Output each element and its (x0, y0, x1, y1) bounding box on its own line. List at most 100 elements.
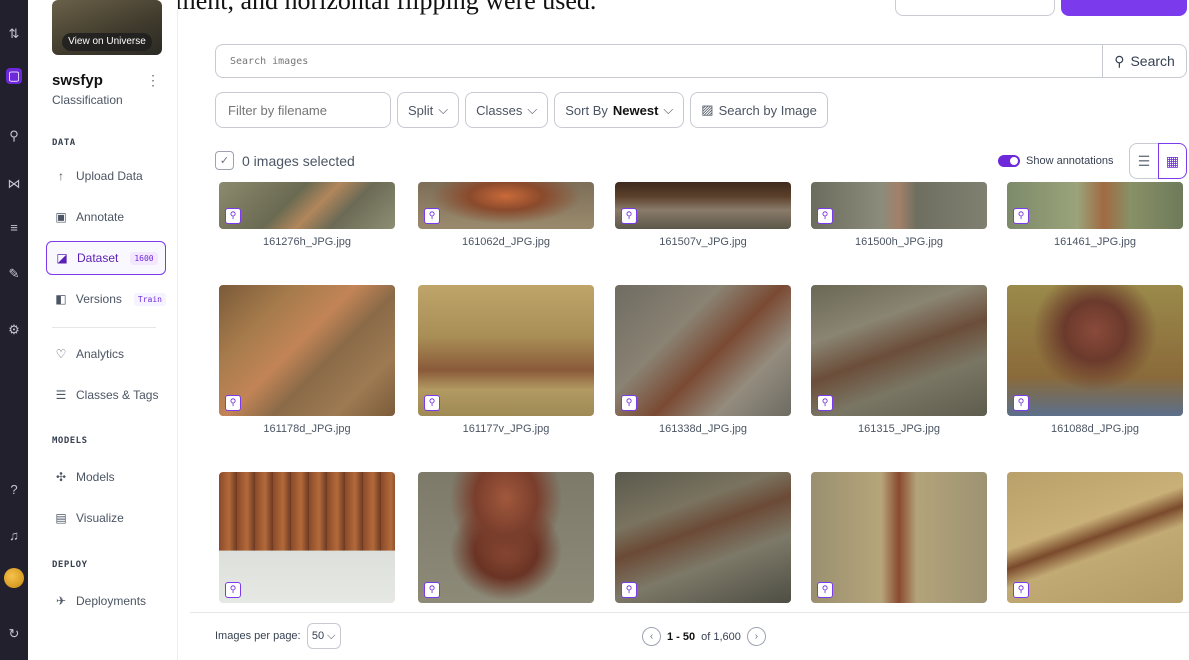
sidebar-item-analytics[interactable]: ♡ Analytics (46, 337, 166, 371)
search-button[interactable]: ⚲ Search (1102, 45, 1186, 77)
image-card[interactable]: ⚲ 161062d_JPG.jpg (418, 182, 594, 248)
collapse-icon[interactable]: ⇅ (6, 26, 22, 42)
show-annotations-control[interactable]: Show annotations (998, 155, 1113, 167)
image-filename: 161461_JPG.jpg (1054, 236, 1136, 248)
sidebar-item-versions[interactable]: ◧ Versions Train (46, 282, 166, 316)
sidebar-divider (52, 327, 156, 328)
image-card[interactable]: ⚲ 161507v_JPG.jpg (615, 182, 791, 248)
image-thumbnail[interactable]: ⚲ (811, 182, 987, 229)
sort-dropdown[interactable]: Sort By Newest ⌵ (554, 92, 685, 128)
top-primary-button[interactable] (1061, 0, 1187, 16)
view-on-universe-button[interactable]: View on Universe (62, 33, 152, 51)
universe-icon[interactable]: ⚲ (6, 128, 22, 144)
annotations-label: Show annotations (1026, 155, 1114, 167)
user-avatar[interactable] (4, 568, 24, 588)
image-thumbnail[interactable]: ⚲ (219, 285, 395, 416)
sort-value: Newest (612, 102, 659, 118)
chevron-down-icon: ⌵ (527, 102, 538, 117)
image-card[interactable]: ⚲ 161461_JPG.jpg (1007, 182, 1183, 248)
project-sidebar: View on Universe swsfyp ⋮ Classification… (28, 0, 178, 660)
help-icon[interactable]: ? (6, 482, 22, 498)
search-input[interactable] (216, 45, 1104, 77)
project-menu-icon[interactable]: ⋮ (146, 72, 160, 89)
image-card[interactable]: ⚲ 161177v_JPG.jpg (418, 285, 594, 435)
sidebar-item-label: Visualize (76, 511, 124, 525)
pager: ‹ 1 - 50 of 1,600 › (642, 627, 766, 646)
sidebar-item-upload-data[interactable]: ↑ Upload Data (46, 159, 166, 193)
per-page-value: 50 (311, 630, 325, 642)
image-card[interactable]: ⚲ 161276h_JPG.jpg (219, 182, 395, 248)
image-thumbnail[interactable]: ⚲ (219, 472, 395, 603)
image-card[interactable]: ⚲ (615, 472, 791, 610)
per-page-select[interactable]: 50 ⌵ (306, 623, 341, 649)
image-card[interactable]: ⚲ 161500h_JPG.jpg (811, 182, 987, 248)
image-thumbnail[interactable]: ⚲ (1007, 472, 1183, 603)
workflows-icon[interactable]: ⋈ (6, 176, 22, 192)
sidebar-item-visualize[interactable]: ▤ Visualize (46, 501, 166, 535)
sidebar-item-models[interactable]: ✣ Models (46, 460, 166, 494)
previous-page-icon[interactable]: ‹ (642, 627, 661, 646)
collapse-rail-icon[interactable]: ↻ (6, 626, 22, 642)
image-thumbnail[interactable]: ⚲ (418, 285, 594, 416)
image-card[interactable]: ⚲ 161178d_JPG.jpg (219, 285, 395, 435)
search-by-image-button[interactable]: ▨ Search by Image (690, 92, 828, 128)
sidebar-item-classes-tags[interactable]: ☰ Classes & Tags (46, 378, 166, 412)
dataset-count-badge: 1600 (130, 251, 158, 265)
annotation-badge-icon: ⚲ (424, 208, 440, 224)
image-filename: 161177v_JPG.jpg (462, 423, 550, 435)
image-filename: 161088d_JPG.jpg (1050, 423, 1140, 435)
project-thumbnail: View on Universe (52, 0, 162, 55)
image-thumbnail[interactable]: ⚲ (615, 182, 791, 229)
image-card[interactable]: ⚲ 161338d_JPG.jpg (615, 285, 791, 435)
projects-icon[interactable]: ▢ (6, 68, 22, 84)
sidebar-item-label: Dataset (77, 251, 119, 265)
sidebar-item-deployments[interactable]: ✈ Deployments (46, 584, 166, 618)
list-view-icon[interactable]: ☰ (1129, 143, 1158, 179)
image-card[interactable]: ⚲ (811, 472, 987, 610)
split-dropdown[interactable]: Split ⌵ (397, 92, 460, 128)
annotation-badge-icon: ⚲ (225, 582, 241, 598)
image-thumbnail[interactable]: ⚲ (418, 182, 594, 229)
section-data: DATA (52, 138, 76, 148)
sidebar-item-label: Deployments (76, 594, 147, 608)
project-type: Classification (52, 93, 123, 107)
page-range: 1 - 50 (667, 630, 696, 643)
image-thumbnail[interactable]: ⚲ (811, 285, 987, 416)
annotation-badge-icon: ⚲ (1013, 208, 1029, 224)
chevron-down-icon: ⌵ (438, 102, 449, 117)
image-filename: 161315_JPG.jpg (858, 423, 940, 435)
image-card[interactable]: ⚲ 161315_JPG.jpg (811, 285, 987, 435)
sidebar-item-label: Versions (75, 292, 122, 306)
image-card[interactable]: ⚲ (219, 472, 395, 610)
next-page-icon[interactable]: › (746, 627, 766, 646)
image-card[interactable]: ⚲ (418, 472, 594, 610)
notebooks-icon[interactable]: ≡ (6, 220, 22, 236)
view-mode-group: ☰ ▦ (1129, 143, 1187, 179)
image-thumbnail[interactable]: ⚲ (1007, 285, 1183, 416)
image-thumbnail[interactable]: ⚲ (615, 472, 791, 603)
sidebar-item-annotate[interactable]: ▣ Annotate (46, 200, 166, 234)
image-card[interactable]: ⚲ 161088d_JPG.jpg (1007, 285, 1183, 435)
settings-icon[interactable]: ⚙ (6, 322, 22, 338)
annotation-badge-icon: ⚲ (1013, 582, 1029, 598)
sidebar-item-dataset[interactable]: ◪ Dataset 1600 (46, 241, 166, 275)
select-all-checkbox[interactable]: ✓ (215, 151, 234, 170)
image-thumbnail[interactable]: ⚲ (811, 472, 987, 603)
image-grid: ⚲ 161276h_JPG.jpg ⚲ 161062d_JPG.jpg ⚲ 16… (215, 182, 1187, 610)
image-card[interactable]: ⚲ (1007, 472, 1183, 610)
notifications-icon[interactable]: ♫ (6, 528, 22, 544)
top-outline-button[interactable] (895, 0, 1055, 16)
annotation-badge-icon: ⚲ (621, 395, 637, 411)
image-thumbnail[interactable]: ⚲ (219, 182, 395, 229)
grid-view-icon[interactable]: ▦ (1158, 143, 1187, 179)
labeling-icon[interactable]: ✎ (6, 266, 22, 282)
filename-filter-input[interactable] (215, 92, 391, 128)
per-page-label: Images per page: (215, 630, 301, 642)
image-thumbnail[interactable]: ⚲ (1007, 182, 1183, 229)
section-deploy: DEPLOY (52, 560, 88, 570)
image-thumbnail[interactable]: ⚲ (418, 472, 594, 603)
classes-dropdown[interactable]: Classes ⌵ (465, 92, 549, 128)
search-icon: ⚲ (1114, 52, 1125, 69)
annotations-toggle[interactable] (998, 155, 1020, 167)
image-thumbnail[interactable]: ⚲ (615, 285, 791, 416)
